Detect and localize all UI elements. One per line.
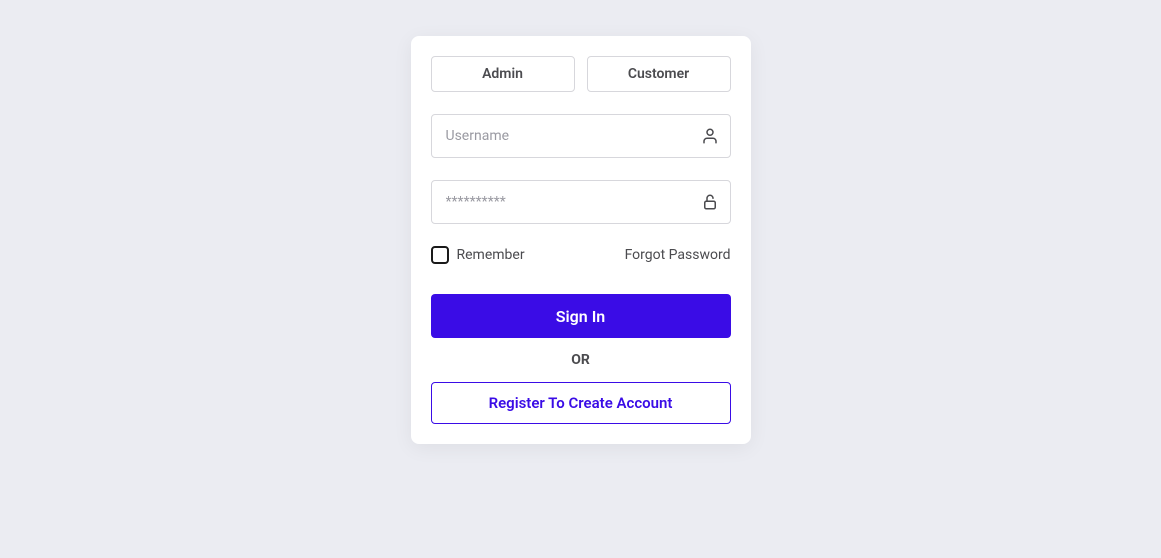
tab-customer-label: Customer: [628, 66, 689, 82]
sign-in-button[interactable]: Sign In: [431, 294, 731, 338]
login-card: Admin Customer Remember Forgot Passwo: [411, 36, 751, 444]
tab-customer[interactable]: Customer: [587, 56, 731, 92]
remember-checkbox[interactable]: [431, 246, 449, 264]
username-field-wrap: [431, 114, 731, 158]
user-icon: [701, 127, 719, 145]
password-input[interactable]: [431, 180, 731, 224]
remember-wrap: Remember: [431, 246, 525, 264]
register-button[interactable]: Register To Create Account: [431, 382, 731, 424]
remember-label: Remember: [457, 247, 525, 263]
lock-icon: [701, 193, 719, 211]
or-divider: OR: [431, 352, 731, 368]
username-input[interactable]: [431, 114, 731, 158]
register-label: Register To Create Account: [489, 394, 673, 412]
password-field-wrap: [431, 180, 731, 224]
role-tabs: Admin Customer: [431, 56, 731, 92]
tab-admin[interactable]: Admin: [431, 56, 575, 92]
sign-in-label: Sign In: [556, 307, 605, 326]
tab-admin-label: Admin: [482, 66, 523, 82]
forgot-password-link[interactable]: Forgot Password: [625, 247, 731, 263]
options-row: Remember Forgot Password: [431, 246, 731, 264]
